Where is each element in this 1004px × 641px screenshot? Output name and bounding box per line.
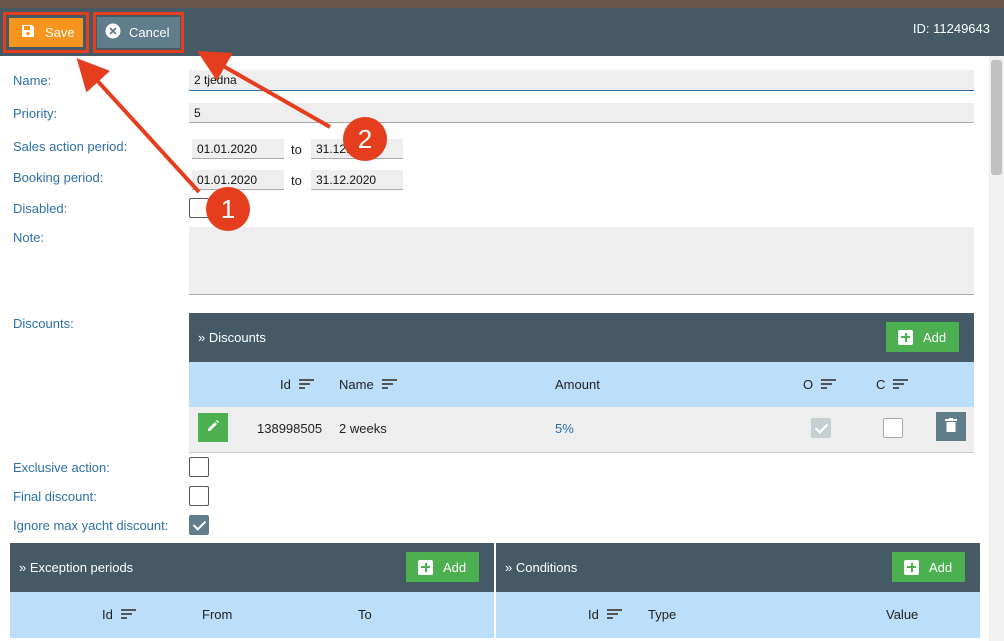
col-amount[interactable]: Amount (555, 377, 600, 392)
exceptions-title: » Exception periods (19, 560, 134, 575)
exclusive-label: Exclusive action: (13, 460, 110, 475)
cond-col-id[interactable]: Id (588, 607, 622, 622)
row-c-checkbox (883, 418, 903, 438)
note-textarea[interactable] (189, 227, 974, 295)
booking-from-input[interactable]: 01.01.2020 (192, 170, 284, 190)
scrollbar-thumb[interactable] (991, 60, 1002, 175)
sort-icon (821, 379, 837, 390)
col-name-label: Name (339, 377, 374, 392)
conditions-add-button[interactable]: Add (892, 552, 965, 582)
cancel-highlight (93, 12, 184, 53)
booking-period-label: Booking period: (13, 170, 104, 185)
booking-to-input[interactable]: 31.12.2020 (311, 170, 403, 190)
sales-period-label: Sales action period: (13, 139, 128, 154)
plus-box-icon (904, 559, 919, 575)
exc-col-id-label: Id (102, 607, 113, 622)
cond-col-type-label: Type (648, 607, 677, 622)
exc-col-from-label: From (202, 607, 233, 622)
row-id: 138998505 (257, 421, 323, 436)
exc-col-to[interactable]: To (358, 607, 372, 622)
row-o-checkbox (811, 418, 831, 438)
priority-input[interactable]: 5 (189, 103, 974, 123)
col-o[interactable]: O (803, 377, 837, 392)
sort-icon (120, 609, 136, 620)
priority-label: Priority: (13, 106, 58, 121)
sort-icon (893, 379, 909, 390)
trash-icon (945, 418, 957, 435)
plus-box-icon (418, 559, 433, 575)
name-label: Name: (13, 73, 52, 88)
disabled-label: Disabled: (13, 201, 68, 216)
exceptions-table-header (10, 592, 494, 638)
window-top-strip (0, 0, 1004, 8)
sales-to-label: to (291, 142, 302, 157)
save-highlight (3, 12, 89, 53)
edit-button[interactable] (198, 413, 228, 442)
row-amount: 5% (555, 421, 574, 436)
ignore-max-label: Ignore max yacht discount: (13, 518, 169, 533)
name-input[interactable]: 2 tjedna (189, 70, 974, 91)
row-name: 2 weeks (339, 421, 387, 436)
final-label: Final discount: (13, 489, 97, 504)
col-c-label: C (876, 377, 886, 392)
note-label: Note: (13, 230, 45, 245)
delete-button[interactable] (936, 412, 966, 441)
cond-col-value-label: Value (886, 607, 919, 622)
exceptions-add-label: Add (443, 559, 467, 575)
ignore-max-checkbox[interactable] (189, 515, 209, 535)
cond-col-value[interactable]: Value (886, 607, 918, 622)
annotation-badge-2: 2 (343, 117, 387, 161)
exc-col-to-label: To (358, 607, 372, 622)
plus-box-icon (898, 329, 913, 345)
discounts-panel-header: » Discounts (189, 313, 974, 362)
record-id: ID: 11249643 (912, 21, 990, 36)
discounts-add-label: Add (923, 329, 947, 345)
conditions-title: » Conditions (505, 560, 578, 575)
cond-col-id-label: Id (588, 607, 599, 622)
conditions-add-label: Add (929, 559, 953, 575)
col-c[interactable]: C (876, 377, 909, 392)
col-id[interactable]: Id (280, 377, 314, 392)
exceptions-add-button[interactable]: Add (406, 552, 479, 582)
sort-icon (606, 609, 622, 620)
booking-to-label: to (291, 173, 302, 188)
col-id-label: Id (280, 377, 291, 392)
cond-col-type[interactable]: Type (648, 607, 676, 622)
col-o-label: O (803, 377, 814, 392)
discounts-title: » Discounts (198, 330, 266, 345)
exc-col-from[interactable]: From (202, 607, 232, 622)
final-checkbox[interactable] (189, 486, 209, 506)
exc-col-id[interactable]: Id (102, 607, 136, 622)
exclusive-checkbox[interactable] (189, 457, 209, 477)
discounts-label: Discounts: (13, 316, 74, 331)
sales-from-input[interactable]: 01.01.2020 (192, 139, 284, 159)
sort-icon (298, 379, 314, 390)
col-amount-label: Amount (555, 377, 600, 392)
pencil-icon (206, 419, 220, 436)
annotation-badge-1: 1 (206, 187, 250, 231)
discounts-add-button[interactable]: Add (886, 322, 959, 352)
col-name[interactable]: Name (339, 377, 397, 392)
sort-icon (381, 379, 397, 390)
